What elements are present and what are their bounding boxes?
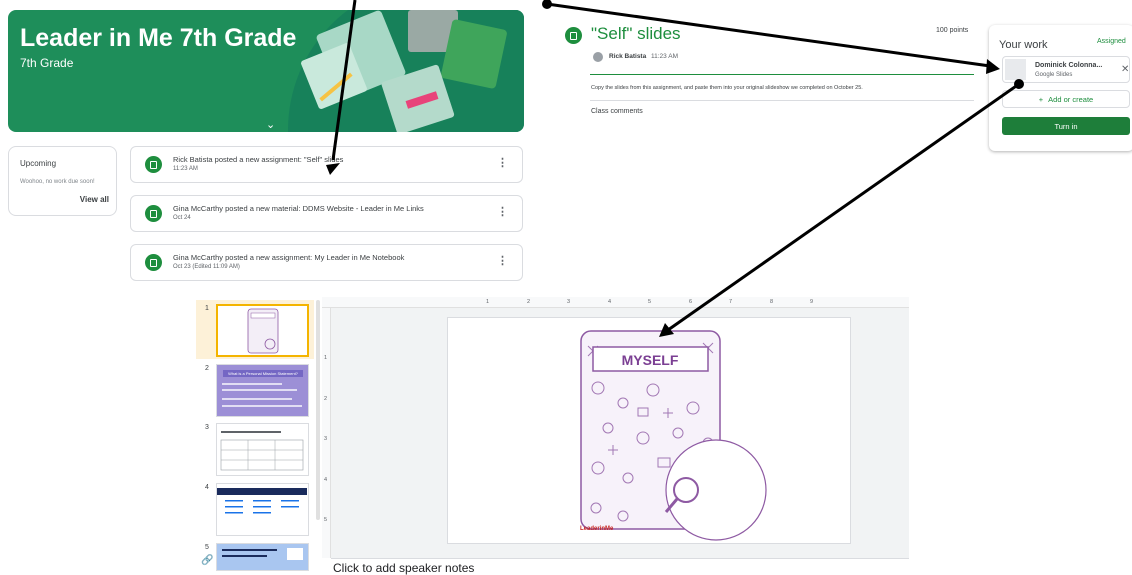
arrow-line <box>667 82 1020 332</box>
arrow-head <box>986 59 1000 74</box>
arrow-line <box>331 0 357 161</box>
arrow-line <box>546 2 991 68</box>
arrow-head <box>659 323 674 337</box>
annotation-arrows <box>326 0 1024 337</box>
arrow-head <box>326 163 340 175</box>
